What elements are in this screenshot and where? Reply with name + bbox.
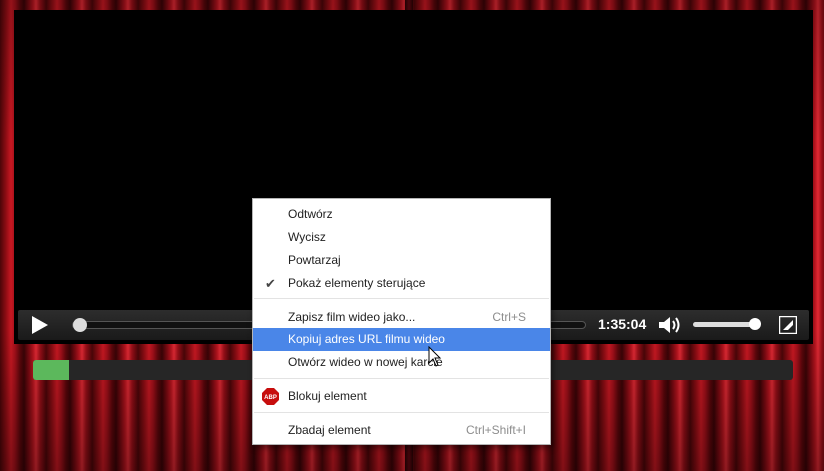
menu-item-copy-video-url[interactable]: Kopiuj adres URL filmu wideo: [253, 328, 550, 351]
mouse-cursor-icon: [428, 346, 442, 367]
volume-icon[interactable]: [658, 316, 682, 334]
buffer-progress-fill: [33, 360, 70, 380]
menu-item-block-element[interactable]: ABP Blokuj element: [253, 385, 550, 408]
seek-thumb[interactable]: [73, 318, 87, 332]
time-display: 1:35:04: [598, 316, 647, 332]
menu-item-label: Zapisz film wideo jako...: [288, 310, 416, 324]
checkmark-icon: ✔: [265, 276, 276, 291]
menu-item-shortcut: Ctrl+Shift+I: [465, 423, 526, 437]
abp-icon: ABP: [262, 388, 279, 405]
menu-item-label: Pokaż elementy sterujące: [288, 276, 426, 290]
menu-item-label: Blokuj element: [288, 389, 367, 403]
menu-item-shortcut: Ctrl+S: [492, 310, 526, 324]
context-menu: Odtwórz Wycisz Powtarzaj ✔ Pokaż element…: [252, 198, 551, 445]
menu-item-label: Zbadaj element: [288, 423, 371, 437]
menu-item-loop[interactable]: Powtarzaj: [253, 249, 550, 272]
fullscreen-icon[interactable]: [779, 316, 797, 334]
menu-item-play[interactable]: Odtwórz: [253, 203, 550, 226]
volume-thumb[interactable]: [749, 318, 761, 330]
menu-item-mute[interactable]: Wycisz: [253, 226, 550, 249]
menu-separator: [254, 298, 549, 299]
menu-item-inspect-element[interactable]: Zbadaj element Ctrl+Shift+I: [253, 419, 550, 442]
menu-item-label: Powtarzaj: [288, 253, 341, 267]
menu-item-label: Kopiuj adres URL filmu wideo: [288, 332, 445, 346]
menu-separator: [254, 378, 549, 379]
play-icon[interactable]: [32, 316, 48, 334]
menu-item-label: Otwórz wideo w nowej karcie: [288, 355, 443, 369]
menu-item-show-controls[interactable]: ✔ Pokaż elementy sterujące: [253, 272, 550, 295]
menu-item-save-video[interactable]: Zapisz film wideo jako... Ctrl+S: [253, 306, 550, 329]
menu-item-open-video-new-tab[interactable]: Otwórz wideo w nowej karcie: [253, 351, 550, 374]
svg-text:ABP: ABP: [264, 395, 277, 401]
menu-item-label: Odtwórz: [288, 207, 333, 221]
volume-slider[interactable]: [693, 318, 761, 330]
menu-item-label: Wycisz: [288, 230, 326, 244]
menu-separator: [254, 412, 549, 413]
